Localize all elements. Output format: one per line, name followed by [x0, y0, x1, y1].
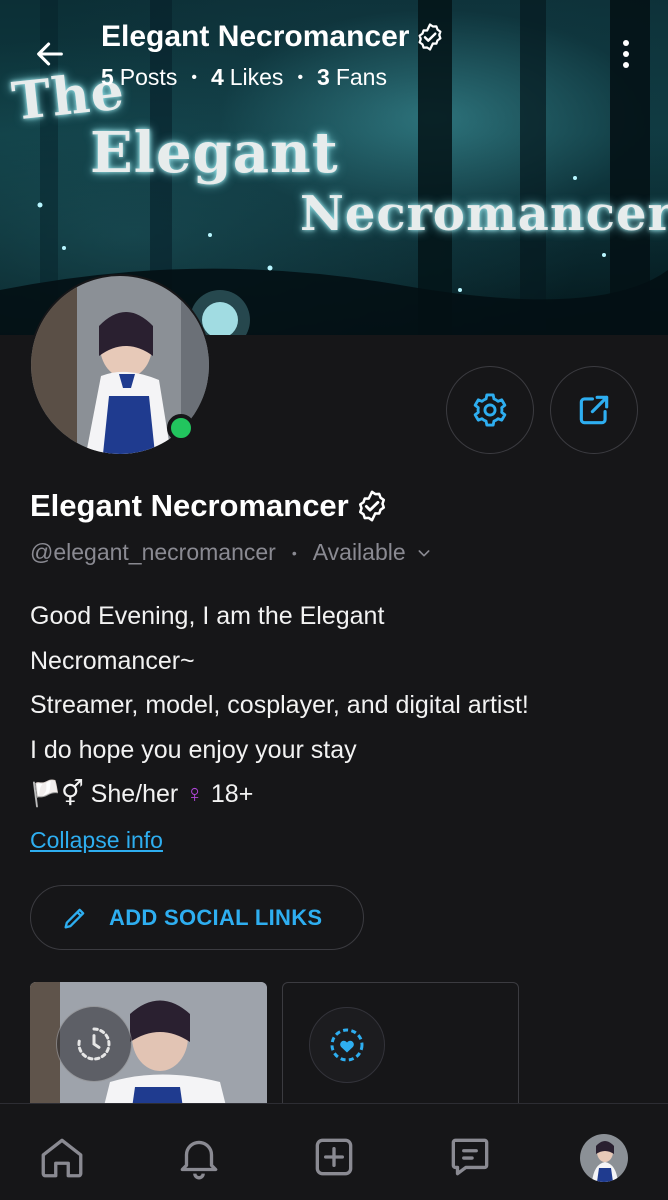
- favorite-story-icon-wrap: [309, 1007, 385, 1083]
- likes-count: 4: [210, 64, 224, 90]
- avatar: [580, 1134, 628, 1182]
- bottom-navigation: [0, 1103, 668, 1200]
- gear-icon: [473, 393, 507, 427]
- posts-label: Posts: [119, 64, 178, 90]
- home-icon: [41, 1138, 83, 1178]
- more-vertical-icon: [623, 40, 629, 68]
- nav-notifications[interactable]: [172, 1130, 226, 1184]
- profile-handle: @elegant_necromancer: [30, 539, 276, 565]
- share-icon: [579, 395, 609, 425]
- story-card-history[interactable]: [30, 982, 267, 1122]
- nav-home[interactable]: [35, 1130, 89, 1184]
- arrow-left-icon: [37, 42, 63, 66]
- online-status-indicator: [167, 414, 195, 442]
- posts-count: 5: [101, 64, 114, 90]
- venus-symbol: ♀: [185, 780, 204, 809]
- more-options-button[interactable]: [612, 34, 640, 74]
- fans-label: Fans: [335, 64, 387, 90]
- add-social-links-label: ADD SOCIAL LINKS: [109, 904, 323, 930]
- add-social-links-button[interactable]: ADD SOCIAL LINKS: [30, 885, 364, 950]
- settings-button[interactable]: [446, 366, 534, 454]
- collapse-info-link[interactable]: Collapse info: [30, 827, 163, 854]
- history-icon-wrap: [56, 1006, 132, 1082]
- message-icon: [451, 1138, 489, 1176]
- nav-create-post[interactable]: [307, 1130, 361, 1184]
- header-stats: 5 Posts • 4 Likes • 3 Fans: [101, 64, 387, 91]
- bio-line: Good Evening, I am the Elegant: [30, 602, 385, 630]
- profile-display-name: Elegant Necromancer: [30, 488, 389, 524]
- bio-line: Streamer, model, cosplayer, and digital …: [30, 691, 529, 720]
- bio-line-pronouns: 🏳️⚥ She/her ♀ 18+: [30, 772, 650, 817]
- stats-separator: •: [297, 68, 304, 86]
- plus-square-icon: [315, 1138, 353, 1176]
- verified-badge-icon: [358, 490, 385, 522]
- header-title: Elegant Necromancer: [101, 20, 445, 54]
- profile-bio: Good Evening, I am the Elegant Necromanc…: [30, 594, 650, 817]
- heart-circle-icon: [330, 1028, 364, 1062]
- banner-title-line2: Elegant: [90, 120, 339, 186]
- back-button[interactable]: [28, 32, 72, 76]
- bell-icon: [180, 1140, 218, 1180]
- stats-separator: •: [191, 68, 197, 86]
- pronouns-text: She/her: [90, 780, 179, 809]
- nav-messages[interactable]: [443, 1130, 497, 1184]
- handle-separator: •: [291, 544, 297, 561]
- history-icon: [77, 1027, 111, 1061]
- verified-badge-icon: [418, 23, 442, 51]
- handle-row: @elegant_necromancer • Available: [30, 539, 432, 566]
- share-profile-button[interactable]: [550, 366, 638, 454]
- nav-profile-avatar[interactable]: [580, 1134, 628, 1182]
- age-text: 18+: [210, 780, 254, 809]
- profile-name-text: Elegant Necromancer: [30, 488, 349, 523]
- gender-symbol: ⚥: [61, 780, 84, 809]
- story-card-add[interactable]: [282, 982, 519, 1122]
- likes-label: Likes: [229, 64, 284, 90]
- bio-line: Necromancer~: [30, 646, 195, 675]
- top-bar: Elegant Necromancer 5 Posts • 4 Likes • …: [0, 0, 668, 110]
- status-label: Available: [312, 539, 406, 565]
- bio-line: I do hope you enjoy your stay: [30, 735, 357, 764]
- banner-title-line3: Necromancer: [300, 186, 668, 242]
- header-name: Elegant Necromancer: [101, 20, 410, 53]
- flag-emoji: 🏳️: [30, 780, 62, 809]
- pencil-icon: [64, 908, 85, 928]
- fans-count: 3: [317, 64, 330, 90]
- status-selector[interactable]: Available: [313, 539, 432, 566]
- chevron-down-icon: [418, 549, 430, 556]
